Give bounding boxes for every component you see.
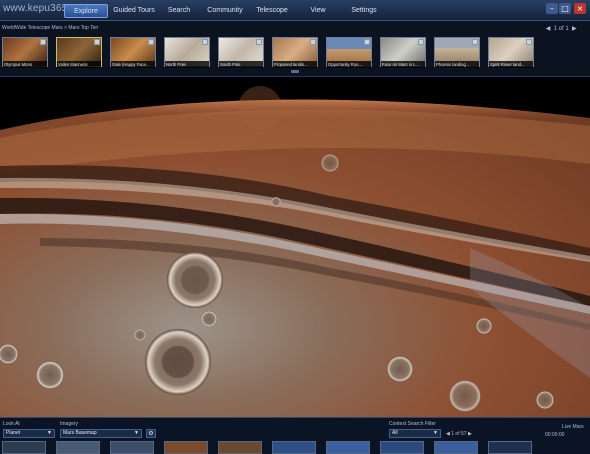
- thumbnail-face-on-mars[interactable]: Face on Mars in L...: [380, 37, 426, 68]
- breadcrumb[interactable]: WorldWide Telescope Mars > Mars Top Ten: [2, 25, 98, 31]
- thumbnail-badge-icon: [40, 39, 46, 45]
- thumbnail-badge-icon: [202, 39, 208, 45]
- thumbnail-spirit-rover[interactable]: Spirit Rover land...: [488, 37, 534, 68]
- menu-guided-tours[interactable]: Guided Tours: [110, 4, 158, 18]
- mars-surface-view[interactable]: [0, 78, 590, 417]
- thumbnail-badge-icon: [256, 39, 262, 45]
- chevron-down-icon: ▼: [47, 430, 52, 436]
- thumbnail-caption: Valles Marineris: [57, 61, 101, 68]
- context-thumbnail[interactable]: [488, 441, 532, 454]
- prev-page-icon[interactable]: ◀: [446, 431, 450, 437]
- thumbnail-caption: Gale (Happy Face...: [111, 61, 155, 68]
- next-page-icon[interactable]: ▶: [570, 25, 578, 32]
- close-icon[interactable]: ×: [574, 3, 586, 14]
- thumbnail-badge-icon: [418, 39, 424, 45]
- look-at-select[interactable]: Planet ▼: [3, 429, 55, 438]
- time-value: 00:00:00: [545, 432, 565, 438]
- thumbnail-proposed-landing[interactable]: Proposed landin...: [272, 37, 318, 68]
- menu-view[interactable]: View: [300, 4, 336, 18]
- thumbnail-olympus-mons[interactable]: Olympus Mons: [2, 37, 48, 68]
- explore-page-indicator: 1 of 1: [553, 26, 569, 32]
- thumbnail-phoenix-landing[interactable]: Phoenix landing ...: [434, 37, 480, 68]
- context-thumbnail[interactable]: [218, 441, 262, 454]
- menu-community[interactable]: Community: [202, 4, 248, 18]
- explore-panel: WorldWide Telescope Mars > Mars Top Ten …: [0, 21, 590, 77]
- context-filter-select[interactable]: All ▼: [389, 429, 441, 438]
- thumbnail-caption: Olympus Mons: [3, 61, 47, 68]
- thumbnail-gale[interactable]: Gale (Happy Face...: [110, 37, 156, 68]
- imagery-label: Imagery: [60, 421, 79, 427]
- context-pager: ◀ 1 of 57 ▶: [446, 431, 472, 437]
- context-thumbnail[interactable]: [110, 441, 154, 454]
- explore-pager: ◀ 1 of 1 ▶: [544, 25, 578, 32]
- minimize-icon[interactable]: –: [546, 3, 558, 14]
- app-window: www.kepu365.com Explore Guided Tours Sea…: [0, 0, 590, 454]
- context-thumbnail[interactable]: [164, 441, 208, 454]
- menu-search[interactable]: Search: [160, 4, 198, 18]
- thumbnail-caption: Spirit Rover land...: [489, 61, 533, 68]
- menu-explore[interactable]: Explore: [64, 4, 108, 18]
- thumbnail-south-pole[interactable]: South Pole: [218, 37, 264, 68]
- next-page-icon[interactable]: ▶: [468, 431, 472, 437]
- thumbnail-badge-icon: [310, 39, 316, 45]
- thumbnail-caption: Phoenix landing ...: [435, 61, 479, 68]
- imagery-value: Mars Basemap: [63, 430, 97, 436]
- context-filter-label: Context Search Filter: [389, 421, 436, 427]
- thumbnail-badge-icon: [364, 39, 370, 45]
- context-thumbnail[interactable]: [326, 441, 370, 454]
- context-thumbnail[interactable]: [272, 441, 316, 454]
- chevron-down-icon: ▼: [134, 430, 139, 436]
- thumbnail-badge-icon: [472, 39, 478, 45]
- time-label: Live Mars: [562, 424, 584, 430]
- sky-viewport[interactable]: [0, 78, 590, 417]
- thumbnail-caption: Face on Mars in L...: [381, 61, 425, 68]
- context-thumbnail[interactable]: [434, 441, 478, 454]
- look-at-value: Planet: [6, 430, 21, 436]
- thumbnail-caption: South Pole: [219, 61, 263, 68]
- thumbnail-north-pole[interactable]: North Pole: [164, 37, 210, 68]
- menu-bar: www.kepu365.com Explore Guided Tours Sea…: [0, 0, 590, 21]
- settings-gear-icon[interactable]: ⚙: [146, 429, 156, 438]
- thumbnail-caption: Opportunity Roo...: [327, 61, 371, 68]
- context-thumbnail[interactable]: [56, 441, 100, 454]
- maximize-icon[interactable]: □: [559, 3, 571, 14]
- context-thumbnail[interactable]: [2, 441, 46, 454]
- thumbnail-caption: Proposed landin...: [273, 61, 317, 68]
- context-filter-value: All: [392, 430, 398, 436]
- thumbnail-badge-icon: [94, 39, 100, 45]
- context-page-indicator: 1 of 57: [451, 431, 467, 437]
- thumbnail-caption: North Pole: [165, 61, 209, 68]
- thumbnail-valles-marineris[interactable]: Valles Marineris: [56, 37, 102, 68]
- prev-page-icon[interactable]: ◀: [544, 25, 552, 32]
- context-thumbnail[interactable]: [380, 441, 424, 454]
- strip-scroll-handle[interactable]: [291, 70, 299, 73]
- look-at-label: Look At: [3, 421, 20, 427]
- thumbnail-badge-icon: [526, 39, 532, 45]
- thumbnail-badge-icon: [148, 39, 154, 45]
- menu-settings[interactable]: Settings: [342, 4, 386, 18]
- imagery-select[interactable]: Mars Basemap ▼: [60, 429, 142, 438]
- menu-telescope[interactable]: Telescope: [252, 4, 292, 18]
- chevron-down-icon: ▼: [433, 430, 438, 436]
- thumbnail-opportunity-rover[interactable]: Opportunity Roo...: [326, 37, 372, 68]
